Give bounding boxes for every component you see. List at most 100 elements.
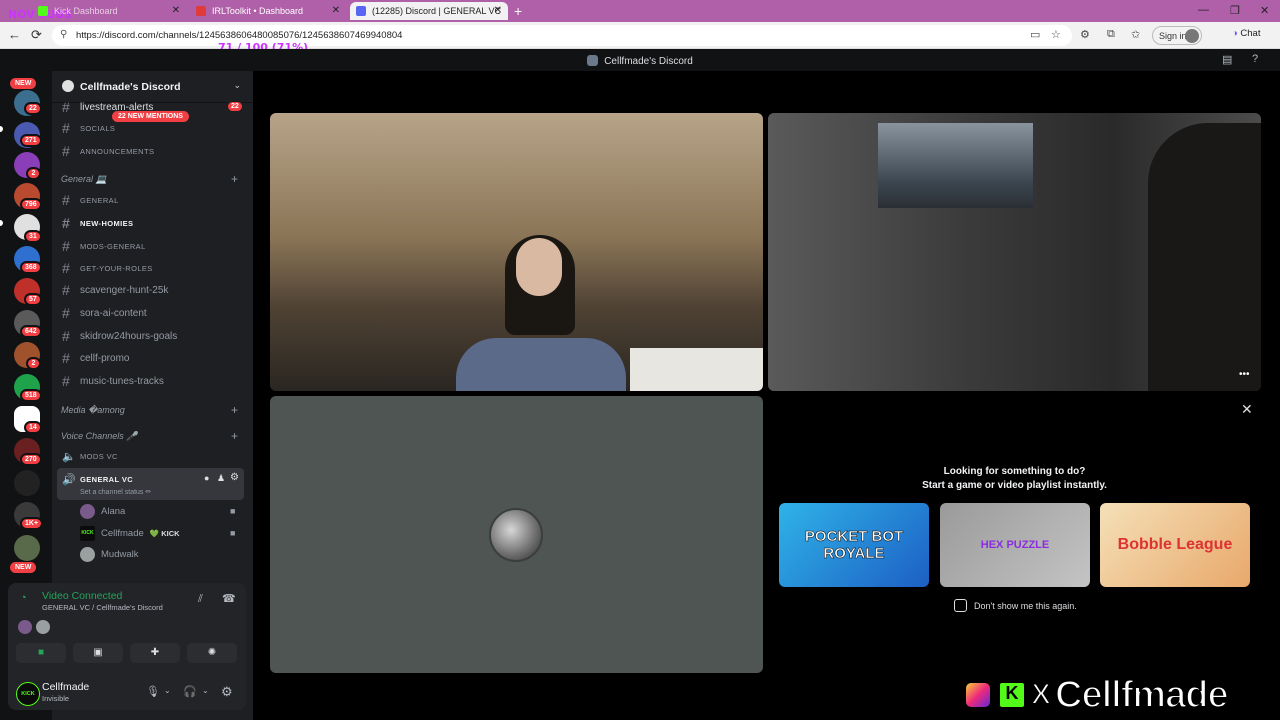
close-activity-shelf-icon[interactable]: ✕ — [1241, 401, 1253, 418]
copilot-chat-button[interactable]: ◑ Chat — [1232, 28, 1260, 39]
hashtag-icon: # — [62, 282, 70, 298]
cast-icon[interactable]: ▭ — [1030, 28, 1040, 41]
more-options-icon[interactable]: ••• — [1239, 369, 1250, 380]
add-channel-icon[interactable]: + — [231, 429, 238, 443]
voice-connected-channel[interactable]: GENERAL VC / Cellfmade's Discord — [42, 603, 163, 612]
channel-new-homies[interactable]: # NEW-HOMIES — [62, 215, 133, 231]
voice-channel-mods-vc[interactable]: 🔈 MODS VC — [62, 450, 118, 463]
server-icon[interactable] — [14, 535, 40, 561]
favorites-icon[interactable]: ✩ — [1131, 28, 1140, 41]
channel-label: MODS VC — [80, 452, 118, 461]
window-close-icon[interactable]: ✕ — [1260, 4, 1269, 17]
video-tile-participant[interactable] — [768, 113, 1261, 391]
hashtag-icon: # — [62, 120, 71, 136]
minimize-icon[interactable]: — — [1198, 4, 1209, 16]
close-icon[interactable]: ✕ — [172, 5, 180, 16]
chevron-down-icon[interactable]: ⌄ — [164, 686, 171, 695]
channel-announcements[interactable]: # ANNOUNCEMENTS — [62, 143, 154, 159]
split-view-icon[interactable]: ⧉ — [1107, 28, 1115, 41]
channel-status-prompt[interactable]: Set a channel status ✏ — [80, 488, 151, 496]
help-icon[interactable]: ? — [1252, 53, 1258, 65]
avatar — [36, 620, 50, 634]
voice-connected-status[interactable]: Video Connected — [42, 590, 122, 602]
activities-button[interactable]: ✚ — [130, 643, 180, 663]
channel-scavenger-hunt[interactable]: # scavenger-hunt-25k — [62, 282, 168, 298]
server-icon[interactable] — [14, 470, 40, 496]
channel-get-your-roles[interactable]: # GET-YOUR-ROLES — [62, 260, 153, 276]
voice-user-mudwalk[interactable]: Mudwalk — [80, 547, 139, 562]
new-tab-button[interactable]: + — [514, 3, 522, 19]
channel-socials[interactable]: # SOCIALS — [62, 120, 115, 136]
category-general[interactable]: General 💻 — [61, 174, 107, 185]
microphone-icon[interactable]: 🎙 — [146, 685, 160, 698]
category-media[interactable]: Media �among — [61, 405, 125, 416]
voice-user-cellfmade[interactable]: KICK Cellfmade 💚 KICK — [80, 526, 180, 541]
server-name: Cellfmade's Discord — [80, 81, 181, 93]
disconnect-icon[interactable]: ☎ — [222, 592, 236, 605]
soundboard-button[interactable]: ✺ — [187, 643, 237, 663]
participant-video-poster — [878, 123, 1033, 208]
activities-icon: ✚ — [150, 647, 160, 658]
mention-badge: 2 — [26, 167, 41, 180]
channel-skidrow24hours-goals[interactable]: # skidrow24hours-goals — [62, 328, 177, 344]
channel-music-tunes-tracks[interactable]: # music-tunes-tracks — [62, 373, 164, 389]
channel-cellf-promo[interactable]: # cellf-promo — [62, 350, 129, 366]
chevron-down-icon[interactable]: ⌄ — [233, 80, 241, 91]
video-tile-alana[interactable] — [270, 113, 763, 391]
add-channel-icon[interactable]: + — [231, 172, 238, 186]
video-camera-icon: ■ — [230, 506, 236, 516]
url-field[interactable]: ⚲ https://discord.com/channels/124563860… — [52, 25, 1072, 46]
tab-irltoolkit[interactable]: IRLToolkit • Dashboard ✕ — [190, 2, 346, 20]
chat-label: Chat — [1240, 28, 1261, 39]
discord-window-title: Cellfmade's Discord — [0, 55, 1280, 67]
channel-label: cellf-promo — [80, 352, 130, 364]
noise-suppression-icon[interactable]: ⫽ — [198, 593, 203, 606]
activity-card-hex-puzzle[interactable]: HEX PUZZLE — [940, 503, 1090, 587]
voice-user-alana[interactable]: Alana — [80, 504, 125, 519]
activity-card-pocket-bot-royale[interactable]: POCKET BOT ROYALE — [779, 503, 929, 587]
back-arrow-icon[interactable]: ← — [8, 27, 21, 42]
channel-mods-general[interactable]: # MODS-GENERAL — [62, 238, 146, 254]
site-info-icon[interactable]: ⚲ — [60, 29, 67, 40]
activity-card-bobble-league[interactable]: Bobble League — [1100, 503, 1250, 587]
category-voice-channels[interactable]: Voice Channels 🎤 — [61, 431, 137, 442]
video-camera-icon: ■ — [37, 647, 45, 658]
tab-discord[interactable]: (12285) Discord | GENERAL VC ✕ — [350, 2, 508, 20]
new-mentions-pill[interactable]: 22 NEW MENTIONS — [112, 111, 189, 122]
avatar — [18, 620, 32, 634]
channel-label: GET-YOUR-ROLES — [80, 263, 153, 273]
voice-user-tag: 💚 KICK — [149, 529, 180, 538]
copilot-icon: ◑ — [1232, 28, 1238, 39]
sign-in-button[interactable]: Sign in — [1152, 26, 1202, 45]
bookmark-star-icon[interactable]: ☆ — [1051, 28, 1061, 41]
new-unreads-pill[interactable]: NEW — [10, 562, 37, 573]
new-unreads-pill[interactable]: NEW — [10, 78, 37, 89]
gear-icon[interactable]: ⚙ — [230, 472, 239, 483]
invite-icon[interactable]: ♟ — [217, 473, 225, 484]
mention-badge: 796 — [20, 198, 42, 211]
add-channel-icon[interactable]: + — [231, 403, 238, 417]
tab-kick-dashboard[interactable]: Kick Dashboard ✕ — [32, 2, 186, 20]
inbox-icon[interactable]: ▤ — [1222, 53, 1232, 66]
close-icon[interactable]: ✕ — [494, 5, 502, 16]
camera-button[interactable]: ■ — [16, 643, 66, 663]
hashtag-icon: # — [62, 238, 71, 254]
screen-share-button[interactable]: ▣ — [73, 643, 123, 663]
extensions-icon[interactable]: ⚙ — [1080, 28, 1090, 41]
channel-general[interactable]: # GENERAL — [62, 192, 119, 208]
dont-show-checkbox[interactable] — [954, 599, 967, 612]
refresh-icon[interactable]: ⟳ — [31, 27, 42, 43]
user-name[interactable]: Cellfmade — [42, 681, 89, 693]
hashtag-icon: # — [62, 143, 71, 159]
channel-sora-ai-content[interactable]: # sora-ai-content — [62, 305, 147, 321]
user-settings-gear-icon[interactable]: ⚙ — [221, 684, 233, 700]
close-icon[interactable]: ✕ — [332, 5, 340, 16]
maximize-icon[interactable]: ❐ — [1230, 4, 1240, 17]
headphones-icon[interactable]: 🎧 — [183, 685, 197, 698]
user-avatar[interactable]: KICK — [16, 682, 40, 706]
chevron-down-icon[interactable]: ⌄ — [202, 686, 209, 695]
chat-bubble-icon[interactable]: ● — [204, 473, 209, 483]
participant-avatar — [489, 508, 543, 562]
mention-badge: 2 — [26, 357, 41, 370]
mention-badge: 642 — [20, 325, 42, 338]
